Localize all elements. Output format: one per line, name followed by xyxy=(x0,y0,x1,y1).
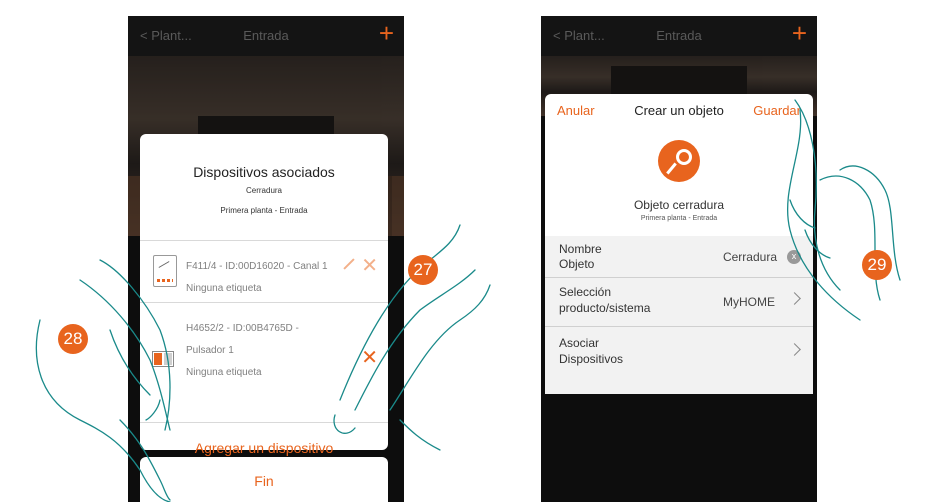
device-tag: Ninguna etiqueta xyxy=(186,367,262,378)
save-button[interactable]: Guardar xyxy=(753,103,801,118)
device-row[interactable]: H4652/2 - ID:00B4765D - Pulsador 1 Ningu… xyxy=(140,303,388,403)
add-icon[interactable]: + xyxy=(379,20,394,46)
row-label: Selección producto/sistema xyxy=(559,285,651,315)
device-id: F411/4 - ID:00D16020 - Canal 1 xyxy=(186,261,328,272)
associated-devices-dialog: Dispositivos asociados Cerradura Primera… xyxy=(140,134,388,456)
step-badge-27: 27 xyxy=(408,255,438,285)
add-device-button[interactable]: Agregar un dispositivo xyxy=(140,440,388,456)
chevron-right-icon xyxy=(788,292,801,305)
product-value: MyHOME xyxy=(723,295,775,309)
row-label: Asociar Dispositivos xyxy=(559,336,624,366)
object-name-row[interactable]: Nombre Objeto Cerradura x xyxy=(545,236,813,277)
remove-device-icon[interactable]: ✕ xyxy=(361,345,378,370)
button-device-icon xyxy=(152,351,174,367)
device-id: H4652/2 - ID:00B4765D - xyxy=(186,323,299,334)
object-name-value[interactable]: Cerradura xyxy=(723,250,777,264)
dialog-title: Dispositivos asociados xyxy=(193,164,335,180)
remove-device-icon[interactable]: ✕ xyxy=(361,253,378,278)
left-phone-screen: < Plant... Entrada + Dispositivos asocia… xyxy=(128,16,404,502)
settings-list: Nombre Objeto Cerradura x Selección produc… xyxy=(545,236,813,394)
switch-device-icon xyxy=(153,255,177,287)
fin-label: Fin xyxy=(254,473,274,489)
device-row[interactable]: F411/4 - ID:00D16020 - Canal 1 Ninguna e… xyxy=(140,241,388,301)
product-selection-row[interactable]: Selección producto/sistema MyHOME xyxy=(545,278,813,326)
fin-button[interactable]: Fin xyxy=(140,457,388,502)
dialog-location: Primera planta - Entrada xyxy=(220,206,308,215)
header-title: Entrada xyxy=(656,28,702,43)
add-icon[interactable]: + xyxy=(792,20,807,46)
right-phone-screen: < Plant... Entrada + Anular Crear un obj… xyxy=(541,16,817,502)
dialog-subtitle: Cerradura xyxy=(245,186,282,195)
edit-icon[interactable] xyxy=(343,258,355,270)
create-object-dialog: Anular Crear un objeto Guardar Objeto ce… xyxy=(545,94,813,394)
clear-icon[interactable]: x xyxy=(787,250,801,264)
key-icon xyxy=(658,140,700,182)
chevron-right-icon xyxy=(788,343,801,356)
step-badge-28: 28 xyxy=(58,324,88,354)
row-label: Nombre Objeto xyxy=(559,242,602,271)
header-title: Entrada xyxy=(243,28,289,43)
object-name: Objeto cerradura xyxy=(633,198,725,212)
associate-devices-row[interactable]: Asociar Dispositivos xyxy=(545,327,813,375)
left-header: < Plant... Entrada + xyxy=(128,16,404,56)
step-badge-29: 29 xyxy=(862,250,892,280)
device-tag: Ninguna etiqueta xyxy=(186,283,262,294)
device-channel: Pulsador 1 xyxy=(186,345,234,356)
object-location: Primera planta - Entrada xyxy=(640,215,718,222)
right-header: < Plant... Entrada + xyxy=(541,16,817,56)
